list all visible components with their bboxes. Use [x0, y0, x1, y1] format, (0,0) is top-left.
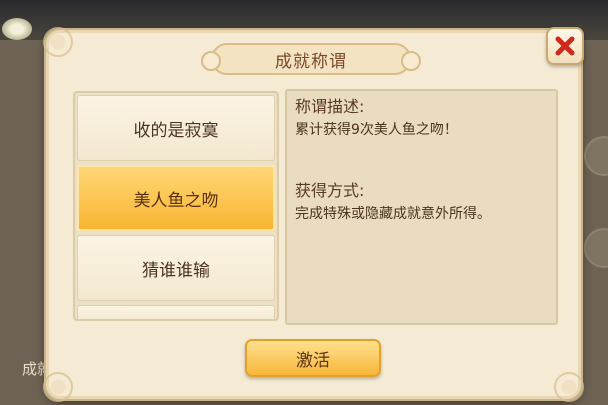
achievement-title-dialog: 成就称谓 收的是寂寞 美人鱼之吻 猜谁谁输 称谓描述: 累计获得9次美人鱼之吻！… [43, 27, 584, 402]
title-item-label: 美人鱼之吻 [133, 190, 219, 211]
dialog-title: 成就称谓 [275, 51, 347, 72]
title-list-item-partial[interactable] [77, 305, 275, 319]
title-item-label: 收的是寂寞 [133, 120, 219, 141]
activate-button-label: 激活 [296, 350, 330, 371]
title-list-item[interactable]: 猜谁谁输 [77, 235, 275, 301]
corner-ornament [43, 372, 73, 402]
title-list-item-selected[interactable]: 美人鱼之吻 [77, 165, 275, 231]
banner-ornament-icon [201, 51, 221, 71]
title-info-panel: 称谓描述: 累计获得9次美人鱼之吻！ 获得方式: 完成特殊或隐藏成就意外所得。 [285, 89, 558, 325]
close-button[interactable] [546, 27, 584, 65]
corner-ornament [554, 372, 584, 402]
obtain-text: 完成特殊或隐藏成就意外所得。 [295, 206, 491, 222]
description-heading: 称谓描述: [295, 97, 365, 116]
title-item-label: 猜谁谁输 [142, 260, 210, 281]
title-list-item[interactable]: 收的是寂寞 [77, 95, 275, 161]
corner-ornament [43, 27, 73, 57]
title-list: 收的是寂寞 美人鱼之吻 猜谁谁输 [73, 91, 279, 321]
dialog-title-banner: 成就称谓 [201, 43, 421, 75]
obtain-heading: 获得方式: [295, 181, 365, 200]
close-x-icon [555, 36, 575, 56]
activate-button[interactable]: 激活 [245, 339, 381, 377]
flower-decoration [2, 18, 32, 40]
description-text: 累计获得9次美人鱼之吻！ [295, 122, 458, 138]
banner-ornament-icon [401, 51, 421, 71]
